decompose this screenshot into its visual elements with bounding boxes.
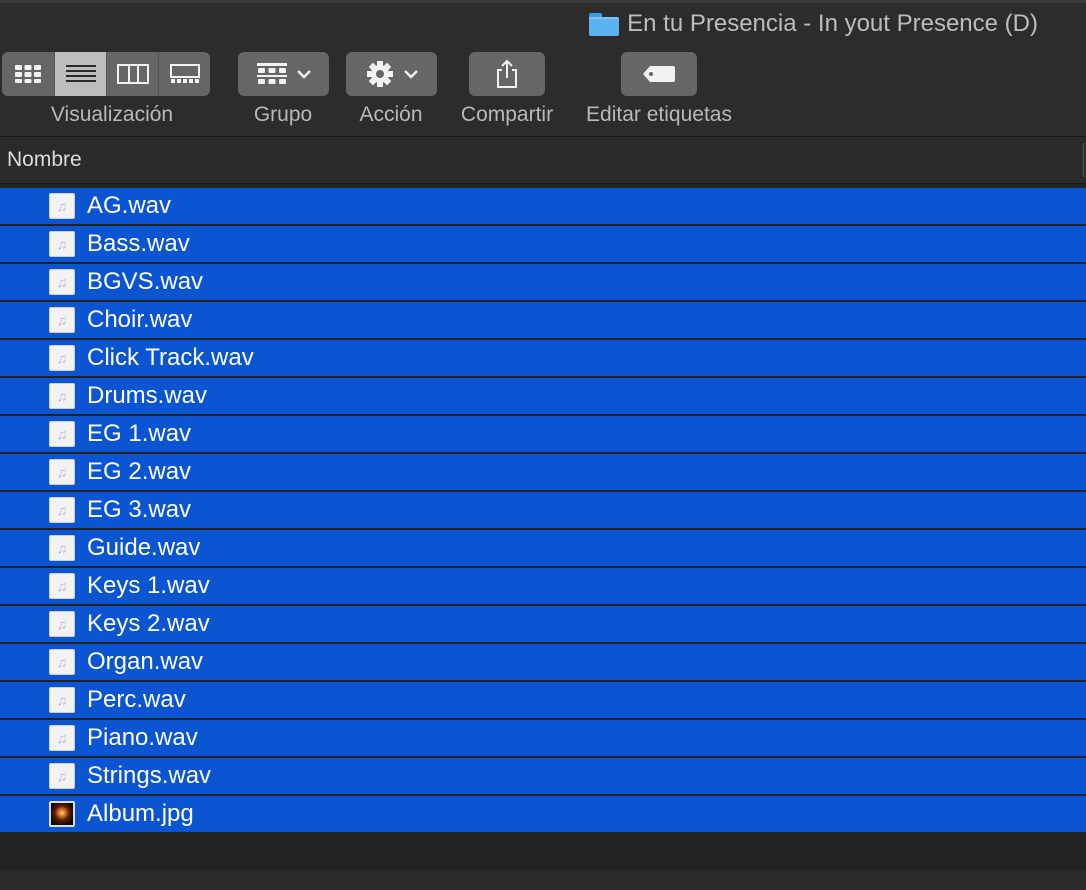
file-name: EG 2.wav [87, 458, 192, 485]
column-view-button[interactable] [106, 52, 158, 96]
header-edge [1083, 143, 1084, 177]
share-label: Compartir [460, 103, 554, 126]
file-name: EG 3.wav [87, 496, 192, 523]
file-row[interactable]: ♫ EG 2.wav [0, 454, 1086, 490]
audio-file-icon: ♫ [49, 345, 75, 371]
file-name: AG.wav [87, 192, 172, 219]
file-name: Organ.wav [87, 648, 204, 675]
list-lines-icon [65, 65, 96, 82]
file-name: Keys 2.wav [87, 610, 210, 637]
status-strip [0, 870, 1086, 890]
file-row[interactable]: ♫ Choir.wav [0, 302, 1086, 338]
audio-file-icon: ♫ [49, 459, 75, 485]
edit-tags-button[interactable] [621, 52, 697, 96]
file-row[interactable]: ♫ AG.wav [0, 188, 1086, 224]
action-label: Acción [359, 103, 423, 126]
file-row[interactable]: ♫ Keys 2.wav [0, 606, 1086, 642]
chevron-down-icon [403, 69, 418, 79]
file-row[interactable]: ♫ Guide.wav [0, 530, 1086, 566]
audio-file-icon: ♫ [49, 231, 75, 257]
action-button[interactable] [346, 52, 437, 96]
file-row[interactable]: ♫ Drums.wav [0, 378, 1086, 414]
window-title-text: En tu Presencia - In yout Presence (D) [627, 10, 1038, 37]
edit-tags-label: Editar etiquetas [586, 103, 732, 126]
image-file-icon [49, 801, 75, 827]
toolbar: Visualización Grupo Acción Compartir Edi… [0, 50, 1086, 136]
icon-view-button[interactable] [2, 52, 54, 96]
share-button[interactable] [469, 52, 545, 96]
file-list: ♫ AG.wav ♫ Bass.wav ♫ BGVS.wav ♫ Choir.wav ♫ Clic… [0, 188, 1086, 834]
window-title: En tu Presencia - In yout Presence (D) [589, 10, 1038, 38]
audio-file-icon: ♫ [49, 193, 75, 219]
icon-grid-icon [15, 65, 41, 83]
audio-file-icon: ♫ [49, 687, 75, 713]
chevron-down-icon [296, 69, 311, 79]
file-name: Bass.wav [87, 230, 190, 257]
file-name: Piano.wav [87, 724, 198, 751]
file-name: Choir.wav [87, 306, 193, 333]
file-name: Guide.wav [87, 534, 201, 561]
group-label: Grupo [253, 103, 313, 126]
file-row[interactable]: ♫ Click Track.wav [0, 340, 1086, 376]
audio-file-icon: ♫ [49, 383, 75, 409]
list-view-button[interactable] [54, 52, 106, 96]
column-header-name[interactable]: Nombre [7, 148, 82, 172]
audio-file-icon: ♫ [49, 497, 75, 523]
file-name: Drums.wav [87, 382, 208, 409]
view-mode-control [2, 52, 210, 96]
title-bar: En tu Presencia - In yout Presence (D) [0, 0, 1086, 50]
audio-file-icon: ♫ [49, 649, 75, 675]
top-edge [0, 0, 1086, 3]
view-label: Visualización [50, 103, 174, 126]
file-row[interactable]: ♫ BGVS.wav [0, 264, 1086, 300]
file-row[interactable]: ♫ EG 1.wav [0, 416, 1086, 452]
tag-icon [643, 66, 675, 82]
audio-file-icon: ♫ [49, 269, 75, 295]
file-row[interactable]: ♫ Perc.wav [0, 682, 1086, 718]
audio-file-icon: ♫ [49, 611, 75, 637]
file-name: Album.jpg [87, 800, 194, 827]
file-name: BGVS.wav [87, 268, 204, 295]
folder-icon [589, 12, 620, 36]
file-name: Perc.wav [87, 686, 186, 713]
gallery-icon [169, 64, 200, 83]
gear-icon [366, 61, 393, 87]
list-header: Nombre [0, 137, 1086, 184]
audio-file-icon: ♫ [49, 763, 75, 789]
audio-file-icon: ♫ [49, 535, 75, 561]
file-name: Click Track.wav [87, 344, 254, 371]
gallery-view-button[interactable] [158, 52, 210, 96]
file-row[interactable]: ♫ Keys 1.wav [0, 568, 1086, 604]
columns-icon [116, 64, 149, 84]
file-row[interactable]: ♫ Strings.wav [0, 758, 1086, 794]
file-row[interactable]: ♫ EG 3.wav [0, 492, 1086, 528]
audio-file-icon: ♫ [49, 307, 75, 333]
audio-file-icon: ♫ [49, 421, 75, 447]
file-name: EG 1.wav [87, 420, 192, 447]
audio-file-icon: ♫ [49, 725, 75, 751]
file-row[interactable]: Album.jpg [0, 796, 1086, 832]
group-button[interactable] [238, 52, 329, 96]
share-icon [497, 59, 517, 88]
file-name: Keys 1.wav [87, 572, 210, 599]
file-row[interactable]: ♫ Organ.wav [0, 644, 1086, 680]
audio-file-icon: ♫ [49, 573, 75, 599]
file-name: Strings.wav [87, 762, 212, 789]
file-row[interactable]: ♫ Bass.wav [0, 226, 1086, 262]
file-row[interactable]: ♫ Piano.wav [0, 720, 1086, 756]
group-grid-icon [256, 63, 287, 84]
